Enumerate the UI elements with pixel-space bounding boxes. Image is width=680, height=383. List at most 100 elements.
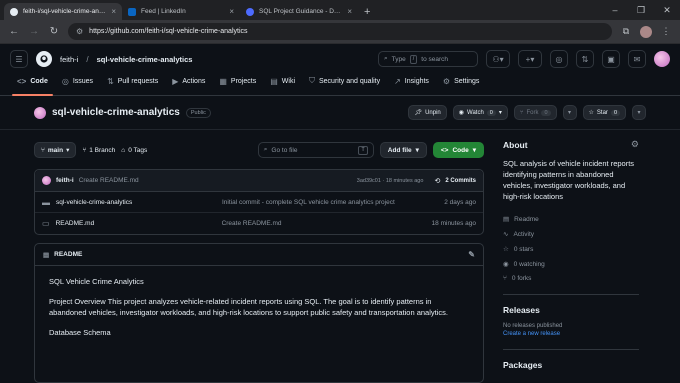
site-info-icon[interactable]: ⚙ — [76, 27, 83, 36]
book-icon: ▤ — [503, 216, 510, 223]
tab-pull-requests[interactable]: ⇅ Pull requests — [100, 73, 165, 95]
sidebar-item-forks[interactable]: ⑂ 0 forks — [503, 275, 639, 282]
file-list: feith-i Create README.md 3ad39c01 · 18 m… — [34, 169, 484, 235]
minimize-icon[interactable]: – — [602, 5, 628, 15]
sidebar-item-label: 0 watching — [513, 260, 545, 268]
tags-link[interactable]: ⌂ 0 Tags — [121, 147, 147, 154]
issue-icon: ◎ — [61, 76, 69, 86]
close-tab-icon[interactable]: × — [111, 7, 116, 16]
forward-icon[interactable]: → — [28, 26, 40, 37]
readme-tab[interactable]: README — [54, 251, 82, 258]
file-commit-message[interactable]: Initial commit - complete SQL vehicle cr… — [222, 199, 438, 206]
repo-description: SQL analysis of vehicle incident reports… — [503, 159, 635, 201]
unpin-button[interactable]: 📌︎ Unpin — [408, 105, 447, 120]
star-button[interactable]: ☆ Star 0 — [582, 105, 626, 120]
branches-label: 1 Branch — [89, 146, 116, 154]
repositories-icon[interactable]: ▣ — [602, 50, 620, 68]
tab-insights[interactable]: ↗ Insights — [387, 73, 436, 95]
browser-tab[interactable]: feith-i/sql-vehicle-crime-analy × — [4, 3, 122, 20]
fork-dropdown-button[interactable]: ▾ — [562, 105, 577, 120]
watch-label: Watch — [467, 109, 484, 116]
eye-icon: ◉ — [503, 261, 509, 268]
reload-icon[interactable]: ↻ — [48, 26, 60, 37]
tab-label: Wiki — [281, 77, 295, 85]
close-window-icon[interactable]: ✕ — [654, 5, 680, 16]
sidebar-item-stars[interactable]: ☆ 0 stars — [503, 245, 639, 254]
sidebar-item-label: Activity — [513, 230, 535, 238]
search-input[interactable]: ⌕ Type / to search — [378, 51, 478, 67]
divider — [503, 349, 639, 350]
releases-empty-text: No releases published — [503, 323, 563, 329]
chevron-down-icon: ▾ — [568, 110, 572, 116]
commit-message[interactable]: Create README.md — [79, 177, 352, 184]
tab-label: Security and quality — [319, 77, 381, 85]
table-row[interactable]: ▬ sql-vehicle-crime-analytics Initial co… — [35, 192, 483, 213]
pull-requests-icon[interactable]: ⇅ — [576, 50, 594, 68]
fork-button[interactable]: ⑂ Fork 0 — [513, 105, 557, 120]
code-button[interactable]: <> Code ▾ — [432, 142, 484, 158]
branches-link[interactable]: ⑂ 1 Branch — [82, 147, 115, 154]
breadcrumb-owner[interactable]: feith-i — [60, 55, 78, 64]
copilot-icon[interactable]: ⚇▾ — [486, 50, 510, 68]
tab-security[interactable]: ⛉ Security and quality — [302, 73, 387, 95]
pencil-icon[interactable]: ✎ — [468, 250, 475, 259]
fork-icon: ⑂ — [503, 275, 507, 282]
browser-tab[interactable]: SQL Project Guidance - DeepSe × — [240, 3, 358, 20]
tab-code[interactable]: <> Code — [10, 73, 55, 96]
profile-avatar[interactable] — [640, 25, 652, 38]
sidebar-item-readme[interactable]: ▤ Readme — [503, 215, 639, 224]
branch-selector[interactable]: ⑂ main ▾ — [34, 142, 77, 158]
window-controls: – ❐ ✕ — [602, 0, 680, 20]
github-header: ☰ feith-i / sql-vehicle-crime-analytics … — [0, 44, 680, 74]
sidebar-item-label: 0 forks — [511, 275, 532, 282]
commit-hash-time[interactable]: 3ad39c01 · 18 minutes ago — [357, 178, 424, 184]
tab-settings[interactable]: ⚙ Settings — [436, 73, 486, 95]
commits-link[interactable]: 2 Commits — [445, 178, 476, 184]
file-name[interactable]: sql-vehicle-crime-analytics — [56, 199, 216, 206]
inbox-icon[interactable]: ✉ — [628, 50, 646, 68]
github-logo-icon[interactable] — [36, 51, 52, 67]
menu-icon[interactable]: ⋮ — [660, 26, 672, 37]
hamburger-menu-icon[interactable]: ☰ — [10, 50, 28, 68]
file-commit-message[interactable]: Create README.md — [222, 220, 426, 227]
gear-icon[interactable]: ⚙ — [631, 139, 639, 150]
packages-title[interactable]: Packages — [503, 360, 542, 370]
sidebar-item-activity[interactable]: ∿ Activity — [503, 230, 639, 239]
search-placeholder-prefix: Type — [391, 55, 406, 63]
shield-icon: ⛉ — [309, 76, 315, 85]
code-icon: <> — [440, 146, 449, 154]
releases-title[interactable]: Releases — [503, 305, 540, 315]
branch-icon: ⑂ — [41, 146, 45, 154]
create-new-icon[interactable]: +▾ — [518, 50, 542, 68]
breadcrumb-repo[interactable]: sql-vehicle-crime-analytics — [97, 55, 193, 64]
issues-icon[interactable]: ◎ — [550, 50, 568, 68]
watch-button[interactable]: ◉ Watch 0 ▾ — [452, 105, 508, 120]
back-icon[interactable]: ← — [8, 26, 20, 37]
tab-projects[interactable]: ▦ Projects — [212, 73, 263, 95]
create-release-link[interactable]: Create a new release — [503, 331, 639, 337]
book-icon: ▤ — [270, 76, 278, 86]
close-tab-icon[interactable]: × — [229, 7, 234, 16]
go-to-file-input[interactable]: ⌕ Go to file T — [257, 142, 374, 158]
url-text: https://github.com/feith-i/sql-vehicle-c… — [89, 28, 248, 35]
new-tab-icon[interactable]: + — [358, 3, 376, 20]
sidebar-item-watching[interactable]: ◉ 0 watching — [503, 260, 639, 269]
repo-name[interactable]: sql-vehicle-crime-analytics — [52, 107, 180, 118]
pulse-icon: ∿ — [503, 231, 509, 238]
commit-author[interactable]: feith-i — [56, 177, 74, 184]
tab-wiki[interactable]: ▤ Wiki — [263, 73, 302, 95]
tab-issues[interactable]: ◎ Issues — [55, 73, 100, 95]
tab-actions[interactable]: ▶ Actions — [165, 73, 212, 95]
extensions-icon[interactable]: ⧉ — [620, 26, 632, 37]
maximize-icon[interactable]: ❐ — [628, 5, 654, 16]
add-file-button[interactable]: Add file ▾ — [379, 142, 427, 158]
user-avatar[interactable] — [654, 51, 670, 67]
close-tab-icon[interactable]: × — [347, 7, 352, 16]
star-dropdown-button[interactable]: ▾ — [632, 105, 646, 120]
commit-author-avatar — [42, 176, 51, 185]
browser-tab[interactable]: Feed | LinkedIn × — [122, 3, 240, 20]
sidebar-item-label: 0 stars — [513, 245, 534, 253]
table-row[interactable]: ▭ README.md Create README.md 18 minutes … — [35, 213, 483, 234]
url-field[interactable]: ⚙ https://github.com/feith-i/sql-vehicle… — [68, 23, 612, 40]
file-name[interactable]: README.md — [56, 220, 216, 227]
